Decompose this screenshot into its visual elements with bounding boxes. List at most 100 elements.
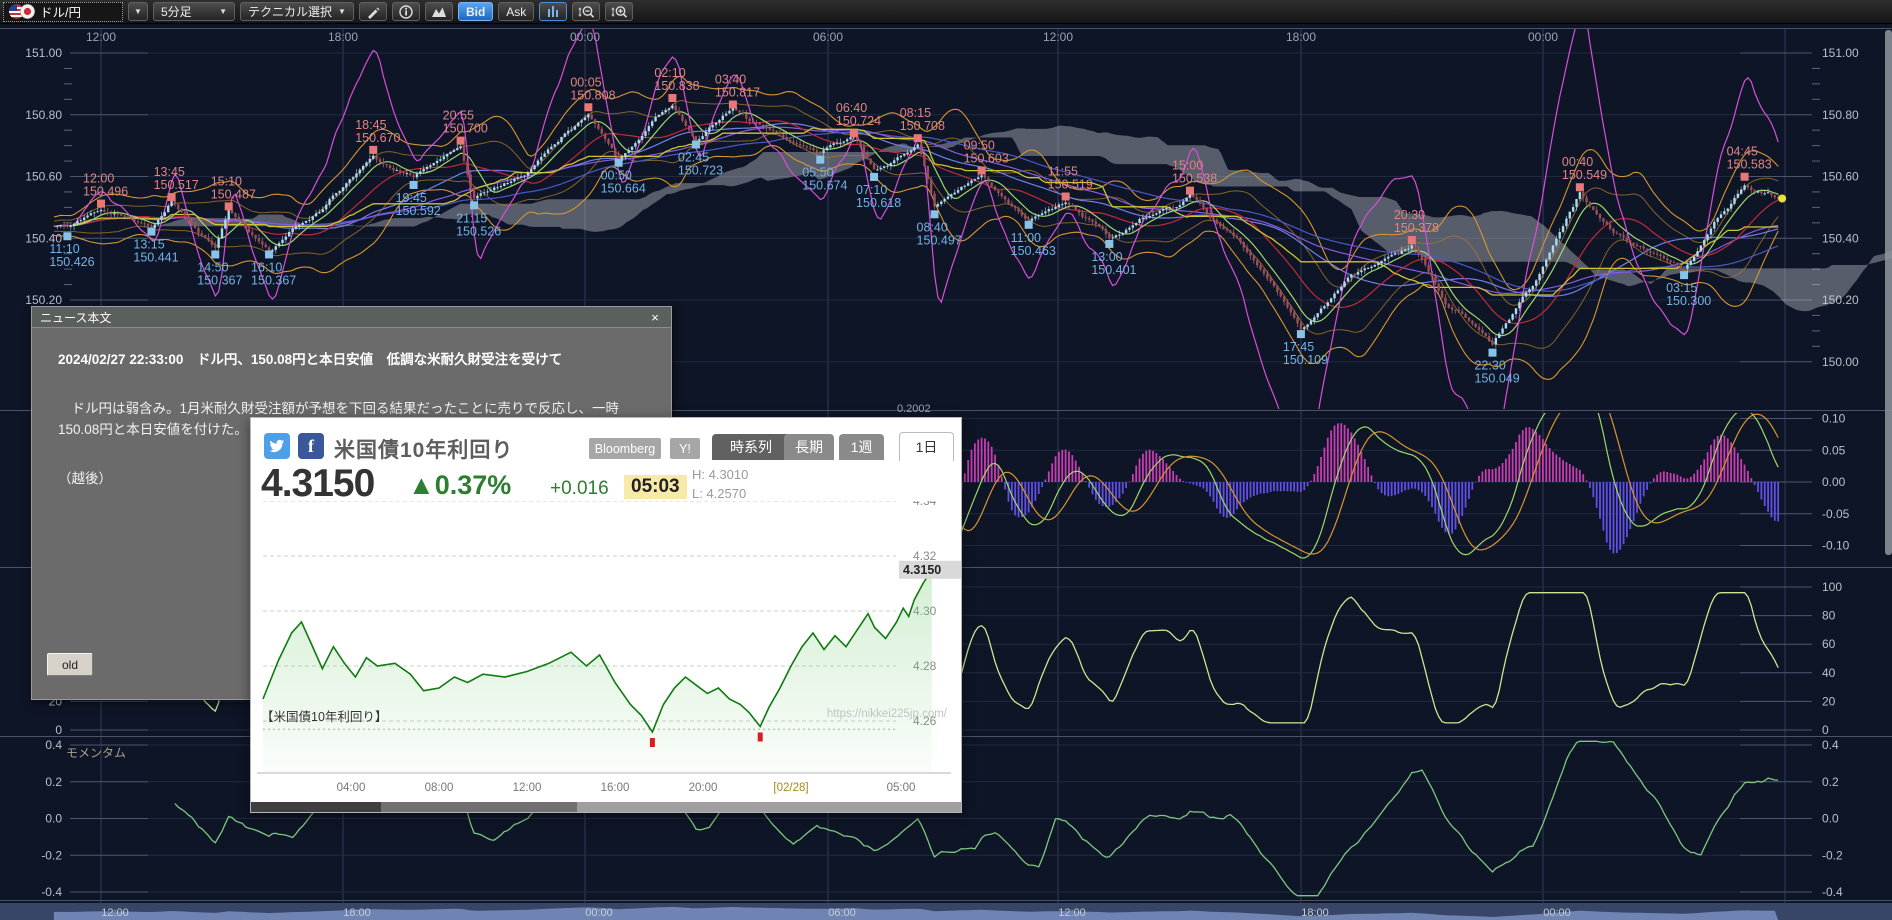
facebook-share-button[interactable]: f [298,433,324,459]
svg-text:15:10: 15:10 [211,174,242,188]
svg-text:09:50: 09:50 [964,139,995,153]
us10y-footer-caption: 【米国債10年利回り】 [261,706,387,725]
news-close-icon[interactable]: × [647,310,663,325]
svg-text:02:10: 02:10 [654,66,685,80]
twitter-icon [269,439,285,453]
svg-text:150.80: 150.80 [1822,108,1859,122]
svg-text:05:00: 05:00 [887,782,916,794]
svg-text:00:00: 00:00 [1528,30,1558,44]
svg-text:14:50: 14:50 [197,260,228,274]
svg-text:08:40: 08:40 [917,220,948,234]
svg-text:11:00: 11:00 [1011,231,1041,245]
svg-text:15:00: 15:00 [1172,159,1203,173]
svg-text:[02/28]: [02/28] [773,782,808,794]
svg-text:0.00: 0.00 [1822,475,1846,489]
svg-text:150.60: 150.60 [25,170,62,184]
svg-text:20:55: 20:55 [443,109,474,123]
svg-text:08:00: 08:00 [425,782,454,794]
svg-text:150.109: 150.109 [1283,353,1328,367]
svg-text:-0.2: -0.2 [41,848,62,862]
volume-chart-button[interactable] [539,2,567,21]
ask-button[interactable]: Ask [498,2,534,21]
svg-text:モメンタム: モメンタム [66,746,126,760]
svg-text:150.817: 150.817 [715,86,760,100]
svg-text:13:00: 13:00 [1091,250,1122,264]
svg-text:150.049: 150.049 [1474,372,1519,386]
zoom-out-button[interactable] [572,2,600,21]
timeframe-select[interactable]: 5分足 ▼ [153,2,235,21]
svg-text:12:00: 12:00 [86,30,116,44]
svg-text:18:00: 18:00 [1286,30,1316,44]
svg-text:20:00: 20:00 [689,782,718,794]
svg-text:06:00: 06:00 [828,907,856,919]
svg-text:150.724: 150.724 [836,114,881,128]
tab-timeseries[interactable]: 時系列 [712,434,790,460]
svg-text:18:00: 18:00 [343,907,371,919]
right-scrollbar[interactable] [1885,30,1892,555]
us10y-high: H: 4.3010 [692,466,748,485]
us10y-window: f 米国債10年利回り Bloomberg Y! 時系列 長期 1週 1日 4.… [250,417,962,813]
svg-text:150.441: 150.441 [133,251,178,265]
svg-text:12:00: 12:00 [1043,30,1073,44]
svg-text:19:45: 19:45 [396,191,427,205]
us10y-footer-url[interactable]: https://nikkei225jp.com/ [827,708,947,720]
news-window-titlebar[interactable]: ニュース本文 × [32,307,671,328]
svg-text:150.367: 150.367 [197,273,242,287]
svg-text:0.2: 0.2 [45,775,62,789]
us10y-chart-svg[interactable]: 4.344.324.304.284.2604:0008:0012:0016:00… [251,501,962,801]
svg-text:150.80: 150.80 [25,108,62,122]
svg-text:150.426: 150.426 [49,255,94,269]
svg-text:17:45: 17:45 [1283,340,1314,354]
svg-text:11:55: 11:55 [1048,165,1078,179]
svg-text:-0.2: -0.2 [1822,848,1843,862]
pair-selector[interactable]: ドル/円 [3,2,123,22]
us10y-title: 米国債10年利回り [334,434,513,464]
svg-text:60: 60 [1822,637,1836,651]
tab-longterm[interactable]: 長期 [784,434,834,460]
svg-text:0: 0 [1822,723,1829,737]
draw-tool-button[interactable] [359,2,387,21]
svg-text:40: 40 [1822,666,1836,680]
bid-button[interactable]: Bid [458,2,493,21]
twitter-share-button[interactable] [264,433,290,459]
svg-text:0.05: 0.05 [1822,443,1846,457]
zoom-in-button[interactable] [605,2,633,21]
svg-text:150.618: 150.618 [856,196,901,210]
svg-text:150.487: 150.487 [211,187,256,201]
us10y-change-pct: ▲0.37% [408,470,511,501]
svg-text:03:40: 03:40 [715,73,746,87]
jp-flag-icon [20,4,35,19]
tab-1day-active[interactable]: 1日 [899,432,954,461]
us10y-scrollbar-thumb[interactable] [381,802,577,812]
old-button[interactable]: old [47,653,93,676]
svg-text:150.497: 150.497 [917,233,962,247]
info-button[interactable] [392,2,420,21]
svg-text:0.10: 0.10 [1822,412,1846,426]
svg-text:-0.4: -0.4 [41,885,62,899]
svg-text:-0.05: -0.05 [1822,507,1850,521]
toolbar: ドル/円 ▼ 5分足 ▼ テクニカル選択 ▼ Bid Ask [0,0,1892,24]
svg-text:150.463: 150.463 [1011,244,1056,258]
minimap[interactable]: 12:0018:0000:0006:0012:0018:0000:00 [0,903,1892,920]
us10y-scrollbar[interactable] [251,802,962,812]
us10y-change-abs: +0.016 [550,478,609,500]
yahoo-button[interactable]: Y! [670,438,700,459]
svg-text:-0.4: -0.4 [1822,885,1843,899]
svg-text:20: 20 [1822,694,1836,708]
pair-dropdown-arrow[interactable]: ▼ [128,2,148,21]
bloomberg-button[interactable]: Bloomberg [589,438,661,459]
info-icon [399,5,413,19]
us10y-scrollbar-segment [251,802,381,812]
svg-text:21:15: 21:15 [456,211,487,225]
svg-text:04:45: 04:45 [1727,145,1758,159]
technical-select[interactable]: テクニカル選択 ▼ [240,2,354,21]
svg-text:150.00: 150.00 [1822,355,1859,369]
svg-text:150.20: 150.20 [25,293,62,307]
tab-1week[interactable]: 1週 [839,434,884,460]
svg-text:150.838: 150.838 [654,79,699,93]
svg-text:150.808: 150.808 [570,88,615,102]
chart-type-button[interactable] [425,2,453,21]
svg-text:00:00: 00:00 [585,907,613,919]
svg-text:07:10: 07:10 [856,183,887,197]
svg-text:150.592: 150.592 [396,204,441,218]
